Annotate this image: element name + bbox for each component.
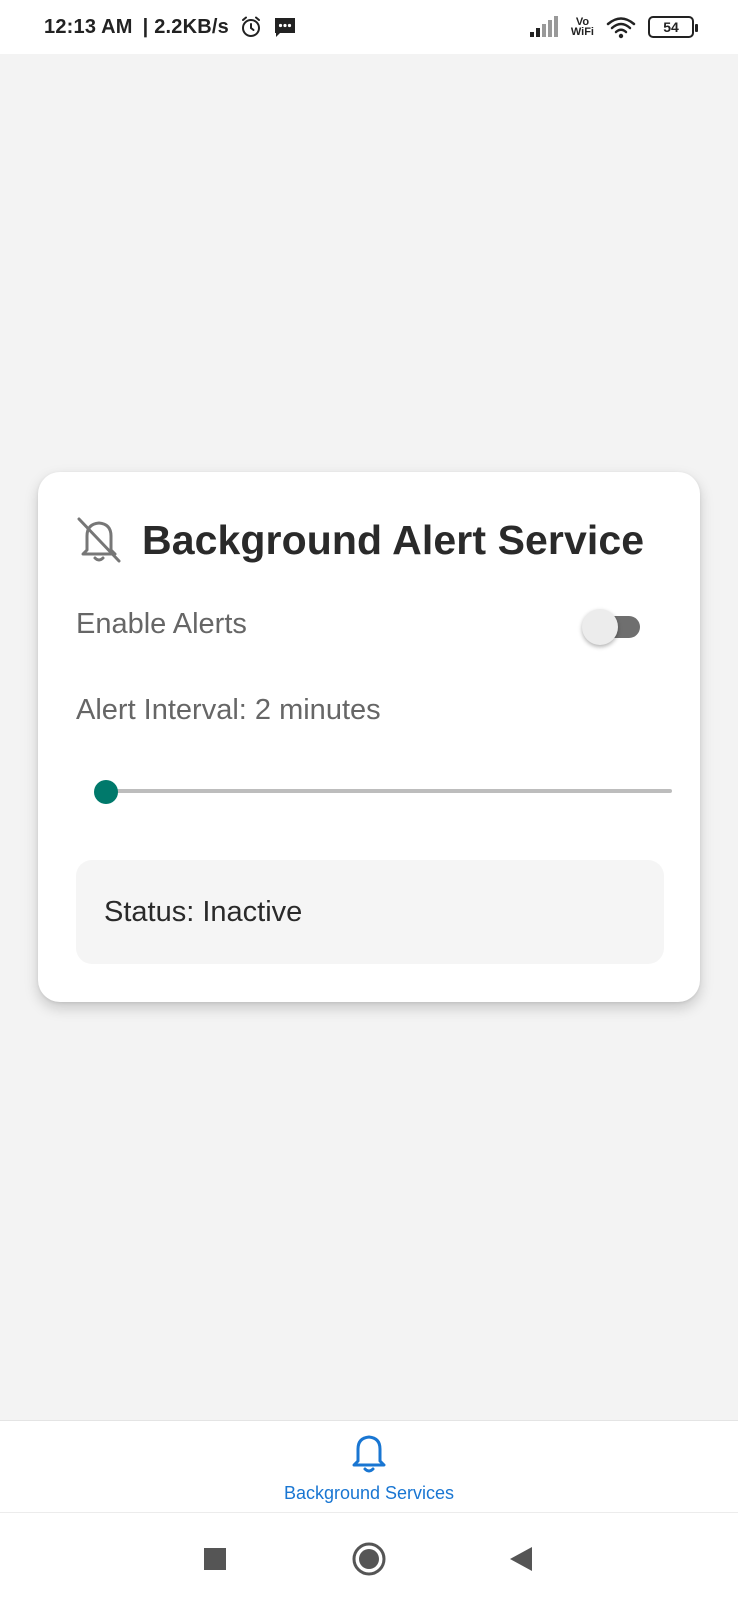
nav-item-background-services[interactable]: Background Services [260, 1431, 478, 1511]
status-bar: 12:13 AM | 2.2KB/s Vo WiFi 54 [0, 0, 738, 54]
message-icon [273, 15, 297, 39]
bell-icon [348, 1431, 390, 1475]
bell-off-icon [74, 514, 124, 566]
network-speed: | 2.2KB/s [142, 15, 229, 38]
status-panel: Status: Inactive [76, 860, 664, 964]
bottom-navigation: Background Services [0, 1420, 738, 1512]
toggle-thumb [582, 608, 618, 645]
triangle-back-icon [508, 1545, 534, 1573]
recent-apps-button[interactable] [191, 1535, 239, 1583]
nav-label: Background Services [283, 1483, 455, 1503]
card-title: Background Alert Service [142, 516, 645, 563]
system-navigation-bar [0, 1512, 738, 1600]
vowifi-indicator: Vo WiFi [570, 17, 594, 38]
alert-interval-slider[interactable] [92, 776, 672, 806]
card-header: Background Alert Service [74, 514, 680, 566]
back-button[interactable] [497, 1535, 545, 1583]
home-button[interactable] [345, 1535, 393, 1583]
square-icon [203, 1547, 227, 1571]
circle-icon [351, 1541, 387, 1577]
status-bar-left: 12:13 AM | 2.2KB/s [44, 15, 297, 39]
alert-service-card: Background Alert Service Enable Alerts A… [38, 472, 700, 1002]
signal-icon [529, 16, 559, 38]
enable-alerts-label: Enable Alerts [76, 608, 247, 640]
vowifi-bottom-label: WiFi [570, 26, 594, 38]
enable-alerts-row: Enable Alerts [76, 608, 640, 645]
enable-alerts-toggle[interactable] [582, 608, 640, 645]
status-text: Status: Inactive [104, 895, 303, 928]
slider-track [106, 789, 672, 793]
battery-level: 54 [663, 19, 679, 35]
status-time: 12:13 AM [44, 15, 133, 38]
alert-interval-label: Alert Interval: 2 minutes [76, 694, 381, 726]
battery-icon: 54 [648, 16, 698, 38]
slider-thumb[interactable] [94, 780, 118, 804]
wifi-icon [606, 15, 636, 39]
alarm-icon [239, 15, 263, 39]
status-bar-right: Vo WiFi 54 [529, 15, 698, 39]
alert-interval-row: Alert Interval: 2 minutes [76, 694, 381, 727]
